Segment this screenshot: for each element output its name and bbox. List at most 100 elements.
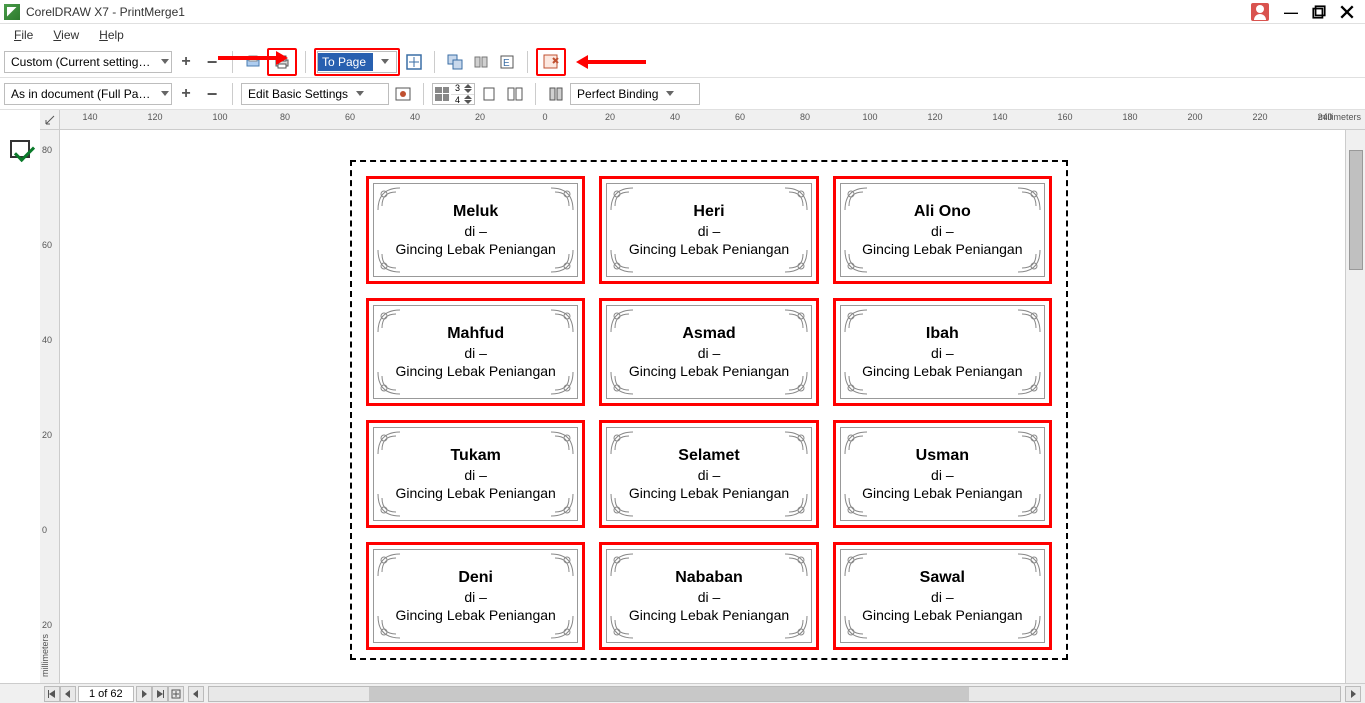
card-inner: Ibahdi –Gincing Lebak Peniangan (840, 305, 1045, 399)
minimize-button[interactable]: ― (1277, 2, 1305, 22)
merge-card[interactable]: Tukamdi –Gincing Lebak Peniangan (366, 420, 585, 528)
ornament-corner-icon (609, 492, 635, 518)
hscroll-right-button[interactable] (1345, 686, 1361, 702)
menu-file[interactable]: File (6, 26, 41, 44)
menu-help[interactable]: Help (91, 26, 132, 44)
page-nav-controls: 1 of 62 (44, 686, 184, 702)
vertical-ruler[interactable]: millimeters 80604020020 (40, 130, 60, 683)
ornament-corner-icon (1016, 552, 1042, 578)
invert-button[interactable]: E (496, 51, 518, 73)
card-name: Ali Ono (914, 203, 971, 221)
merge-card[interactable]: Ibahdi –Gincing Lebak Peniangan (833, 298, 1052, 406)
remove-page-button[interactable]: − (201, 83, 223, 105)
mirror-button[interactable] (470, 51, 492, 73)
ornament-corner-icon (1016, 430, 1042, 456)
card-name: Nababan (675, 569, 743, 587)
card-name: Tukam (450, 447, 500, 465)
merge-card[interactable]: Denidi –Gincing Lebak Peniangan (366, 542, 585, 650)
card-name: Ibah (926, 325, 959, 343)
prev-page-button[interactable] (60, 686, 76, 702)
remove-preset-button[interactable]: − (201, 51, 223, 73)
next-page-button[interactable] (136, 686, 152, 702)
merge-card[interactable]: Melukdi –Gincing Lebak Peniangan (366, 176, 585, 284)
chevron-down-icon (161, 59, 169, 64)
app-logo-icon (4, 4, 20, 20)
merge-card[interactable]: Heridi –Gincing Lebak Peniangan (599, 176, 818, 284)
user-avatar-icon[interactable] (1251, 3, 1269, 21)
pick-tool-icon[interactable] (10, 140, 30, 158)
full-screen-button[interactable] (444, 51, 466, 73)
print-style-value: Custom (Current settings no... (11, 55, 153, 69)
card-address: Gincing Lebak Peniangan (629, 241, 789, 257)
close-button[interactable] (1333, 2, 1361, 22)
print-options-button[interactable] (242, 51, 264, 73)
zoom-dropdown[interactable]: To Page (317, 51, 397, 73)
add-page-tab-button[interactable] (168, 686, 184, 702)
merge-card[interactable]: Mahfuddi –Gincing Lebak Peniangan (366, 298, 585, 406)
hscroll-left-button[interactable] (188, 686, 204, 702)
single-sided-button[interactable] (478, 83, 500, 105)
page-surface[interactable]: Melukdi –Gincing Lebak PenianganHeridi –… (60, 130, 1345, 683)
add-page-button[interactable]: + (175, 83, 197, 105)
ruler-origin-button[interactable] (40, 110, 60, 130)
binding-button[interactable] (545, 83, 567, 105)
ornament-corner-icon (549, 492, 575, 518)
page-info[interactable]: 1 of 62 (78, 686, 134, 702)
card-address: Gincing Lebak Peniangan (862, 241, 1022, 257)
ruler-tick: 60 (735, 112, 745, 122)
rows-cols-spinner[interactable]: 3 4 (432, 83, 475, 105)
ornament-corner-icon (843, 248, 869, 274)
card-address: Gincing Lebak Peniangan (395, 485, 555, 501)
ornament-corner-icon (376, 186, 402, 212)
merge-card[interactable]: Ali Onodi –Gincing Lebak Peniangan (833, 176, 1052, 284)
zoom-fit-button[interactable] (403, 51, 425, 73)
scroll-thumb[interactable] (369, 687, 969, 701)
ruler-tick: 20 (605, 112, 615, 122)
vertical-scrollbar[interactable] (1345, 130, 1365, 683)
page-orientation-dropdown[interactable]: As in document (Full Page) (4, 83, 172, 105)
chevron-down-icon (381, 59, 389, 64)
last-page-button[interactable] (152, 686, 168, 702)
ornament-corner-icon (549, 308, 575, 334)
workspace: millimeters 1401201008060402002040608010… (0, 110, 1365, 683)
ornament-corner-icon (549, 186, 575, 212)
ornament-corner-icon (783, 614, 809, 640)
ornament-corner-icon (376, 430, 402, 456)
card-inner: Denidi –Gincing Lebak Peniangan (373, 549, 578, 643)
grid-icon (433, 85, 451, 103)
binding-dropdown[interactable]: Perfect Binding (570, 83, 700, 105)
merge-card[interactable]: Selametdi –Gincing Lebak Peniangan (599, 420, 818, 528)
rows-value: 4 (455, 95, 460, 105)
scroll-thumb[interactable] (1349, 150, 1363, 270)
ornament-corner-icon (843, 430, 869, 456)
merge-card[interactable]: Sawaldi –Gincing Lebak Peniangan (833, 542, 1052, 650)
card-di-label: di – (698, 345, 721, 361)
card-name: Sawal (920, 569, 965, 587)
ruler-tick: 80 (280, 112, 290, 122)
edit-settings-dropdown[interactable]: Edit Basic Settings (241, 83, 389, 105)
toolbar-1: Custom (Current settings no... + − To Pa… (0, 46, 1365, 78)
ornament-corner-icon (549, 552, 575, 578)
ornament-corner-icon (1016, 492, 1042, 518)
horizontal-ruler[interactable]: millimeters 1401201008060402002040608010… (60, 110, 1365, 130)
horizontal-scrollbar[interactable] (208, 686, 1341, 702)
imposition-tool-button[interactable] (392, 83, 414, 105)
red-arrow-annotation (586, 60, 646, 64)
merge-card[interactable]: Asmaddi –Gincing Lebak Peniangan (599, 298, 818, 406)
ruler-tick: 60 (345, 112, 355, 122)
merge-card[interactable]: Nababandi –Gincing Lebak Peniangan (599, 542, 818, 650)
add-preset-button[interactable]: + (175, 51, 197, 73)
menu-view[interactable]: View (45, 26, 87, 44)
close-preview-button[interactable] (540, 51, 562, 73)
ornament-corner-icon (783, 248, 809, 274)
ruler-tick: 240 (1317, 112, 1332, 122)
ornament-corner-icon (843, 614, 869, 640)
restore-button[interactable] (1305, 2, 1333, 22)
merge-card[interactable]: Usmandi –Gincing Lebak Peniangan (833, 420, 1052, 528)
print-page: Melukdi –Gincing Lebak PenianganHeridi –… (350, 160, 1068, 660)
ruler-tick: 40 (670, 112, 680, 122)
double-sided-button[interactable] (504, 83, 526, 105)
print-style-dropdown[interactable]: Custom (Current settings no... (4, 51, 172, 73)
first-page-button[interactable] (44, 686, 60, 702)
card-address: Gincing Lebak Peniangan (862, 363, 1022, 379)
